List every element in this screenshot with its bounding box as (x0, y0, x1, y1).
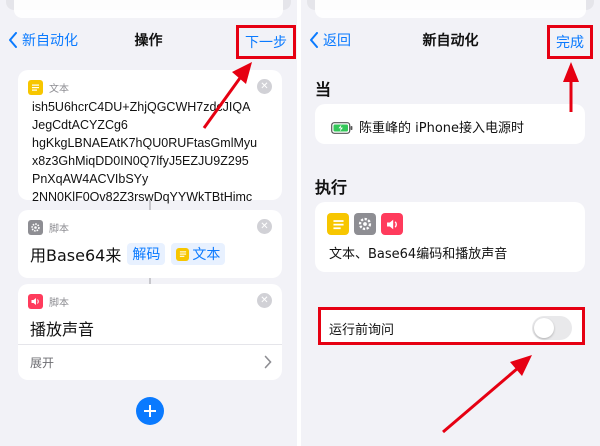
right-navbar: 返回 新自动化 完成 (301, 18, 600, 62)
expand-row[interactable]: 展开 (18, 344, 282, 380)
add-action-button[interactable] (136, 397, 164, 425)
text-content[interactable]: ish5U6hcrC4DU+ZhjQGCWH7zdcJIQA JegCdtACY… (32, 98, 274, 206)
text-line: hgKkgLBNAEAtK7hQU0RUFtasGmlMyu (32, 136, 258, 150)
text-variable-token[interactable]: 文本 (171, 243, 226, 265)
text-line: x8z3GhMiqDD0IN0Q7lfyJ5EZJU9Z295 (32, 154, 249, 168)
back-button[interactable]: 返回 (309, 30, 351, 50)
play-sound-label: 播放声音 (30, 320, 95, 339)
expand-label: 展开 (30, 356, 55, 370)
chevron-left-icon (310, 32, 318, 48)
card-header: 文本 (28, 80, 69, 95)
text-doc-icon (176, 247, 190, 261)
toggle-knob (534, 318, 554, 338)
card-header-label: 文本 (49, 84, 69, 95)
card-header: 脚本 (28, 220, 69, 235)
play-sound-action-card[interactable]: 脚本 ✕ 播放声音 展开 (18, 284, 282, 380)
back-label: 新自动化 (22, 33, 78, 49)
card-header-label: 脚本 (49, 298, 69, 309)
chevron-left-icon (9, 32, 17, 48)
gear-icon (354, 213, 376, 235)
card-header: 脚本 (28, 294, 69, 309)
base64-action-card[interactable]: 脚本 ✕ 用Base64来 解码 文本 (18, 210, 282, 278)
remove-action-button[interactable]: ✕ (257, 79, 272, 94)
ask-before-running-row: 运行前询问 (318, 307, 585, 345)
text-token-label: 文本 (192, 247, 221, 263)
action-icons-row (327, 213, 403, 235)
speaker-icon (381, 213, 403, 235)
chevron-right-icon (264, 355, 272, 369)
action-connector (149, 200, 151, 210)
do-heading: 执行 (315, 178, 348, 197)
ask-before-running-toggle[interactable] (532, 316, 572, 340)
right-screen: 返回 新自动化 完成 当 陈重峰的 iPhone接入电源时 执行 文本、Base… (301, 0, 600, 446)
sheet-stack-edge (315, 0, 586, 18)
plus-icon (144, 405, 156, 417)
sheet-stack-edge (14, 0, 283, 18)
text-action-card[interactable]: 文本 ✕ ish5U6hcrC4DU+ZhjQGCWH7zdcJIQA JegC… (18, 70, 282, 204)
trigger-description: 陈重峰的 iPhone接入电源时 (359, 121, 525, 136)
done-button[interactable]: 完成 (547, 25, 593, 59)
next-button[interactable]: 下一步 (236, 25, 296, 59)
ask-before-running-label: 运行前询问 (329, 323, 395, 338)
when-heading: 当 (315, 80, 332, 99)
text-doc-icon (327, 213, 349, 235)
text-line: ish5U6hcrC4DU+ZhjQGCWH7zdcJIQA (32, 100, 251, 114)
remove-action-button[interactable]: ✕ (257, 219, 272, 234)
left-screen: 新自动化 操作 下一步 文本 ✕ ish5U6hcrC4DU+ZhjQGCWH7… (0, 0, 297, 446)
text-doc-icon (28, 80, 43, 95)
battery-charging-icon (331, 119, 353, 138)
text-line: 2NN0KlF0Ov82Z3rswDqYYWkTBtHimc (32, 190, 253, 204)
remove-action-button[interactable]: ✕ (257, 293, 272, 308)
gear-icon (28, 220, 43, 235)
actions-summary-text: 文本、Base64编码和播放声音 (329, 247, 508, 262)
card-header-label: 脚本 (49, 224, 69, 235)
speaker-icon (28, 294, 43, 309)
base64-action-line: 用Base64来 解码 文本 (30, 242, 226, 266)
text-line: JegCdtACYZCg6 (32, 118, 128, 132)
back-label: 返回 (323, 33, 351, 49)
back-button[interactable]: 新自动化 (8, 30, 78, 50)
action-prefix: 用Base64来 (30, 246, 122, 265)
text-line: PnXqAW4ACVIbSYy (32, 172, 149, 186)
decode-mode-token[interactable]: 解码 (127, 243, 166, 265)
left-navbar: 新自动化 操作 下一步 (0, 18, 297, 62)
